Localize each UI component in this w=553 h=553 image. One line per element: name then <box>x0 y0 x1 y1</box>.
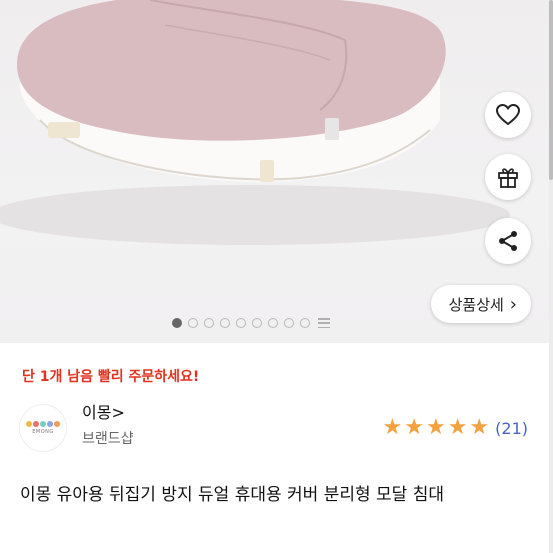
stock-notice: 단 1개 남음 빨리 주문하세요! <box>22 369 200 385</box>
product-title: 이몽 유아용 뒤집기 방지 듀얼 휴대용 커버 분리형 모달 침대 <box>20 485 444 505</box>
carousel-dot[interactable] <box>284 318 294 328</box>
carousel-dot[interactable] <box>220 318 230 328</box>
star-icon: ★ <box>447 415 468 440</box>
gallery-list-icon[interactable] <box>318 318 330 328</box>
carousel-dot[interactable] <box>252 318 262 328</box>
chevron-right-icon: › <box>509 293 517 315</box>
carousel-dot[interactable] <box>188 318 198 328</box>
carousel-dot[interactable] <box>300 318 310 328</box>
review-count[interactable]: (21) <box>495 419 528 438</box>
carousel-dot[interactable] <box>204 318 214 328</box>
heart-outline-icon <box>496 104 520 126</box>
carousel-dot[interactable] <box>172 318 182 328</box>
star-icon: ★ <box>425 415 446 440</box>
wishlist-button[interactable] <box>485 92 531 138</box>
share-icon <box>499 231 517 251</box>
seller-logo[interactable]: EMONG <box>20 405 66 451</box>
gift-button[interactable] <box>485 154 531 200</box>
product-detail-label: 상품상세 <box>448 295 504 314</box>
star-icon: ★ <box>382 415 403 440</box>
seller-subtitle: 브랜드샵 <box>82 431 134 447</box>
share-button[interactable] <box>485 218 531 264</box>
product-image-carousel[interactable]: 상품상세 › <box>0 0 553 343</box>
seller-name-link[interactable]: 이몽> <box>82 399 125 423</box>
carousel-dot[interactable] <box>268 318 278 328</box>
seller-logo-text: EMONG <box>32 429 54 435</box>
star-icon: ★ <box>404 415 424 440</box>
product-detail-button[interactable]: 상품상세 › <box>430 285 531 323</box>
scrollbar[interactable] <box>549 0 553 553</box>
seller-section: EMONG 이몽> 브랜드샵 ★ ★ ★ ★ ★ (21) <box>0 395 553 465</box>
scrollbar-thumb[interactable] <box>549 0 553 180</box>
star-icon: ★ <box>469 415 490 440</box>
carousel-indicator <box>172 318 330 328</box>
carousel-dot[interactable] <box>236 318 246 328</box>
gift-icon <box>498 168 518 188</box>
seller-rating[interactable]: ★ ★ ★ ★ ★ (21) <box>382 417 528 439</box>
